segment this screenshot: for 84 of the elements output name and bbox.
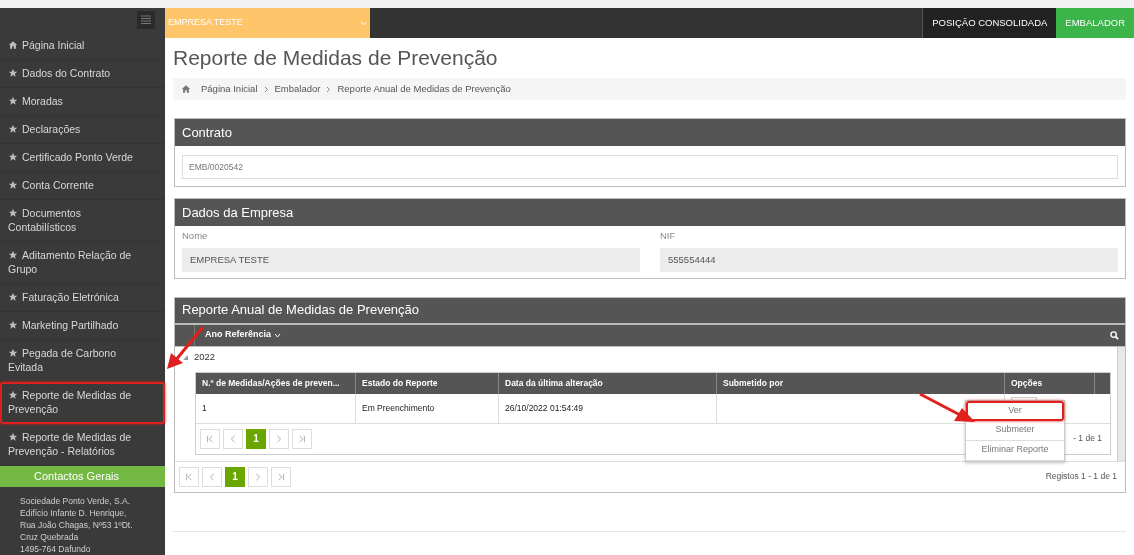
pager-info: Registos 1 - 1 de 1 xyxy=(1045,470,1117,483)
next-page-button[interactable] xyxy=(248,466,268,487)
search-icon[interactable] xyxy=(1110,330,1119,340)
star-icon xyxy=(8,152,18,163)
previous-page-icon xyxy=(229,434,237,443)
sidebar-item[interactable]: Marketing Partilhado xyxy=(0,311,165,340)
star-icon xyxy=(8,292,18,303)
last-page-icon xyxy=(298,434,306,443)
star-icon xyxy=(8,250,18,261)
field-label: Nome xyxy=(182,228,209,243)
company-field[interactable]: EMPRESA TESTE xyxy=(182,247,640,272)
next-page-button[interactable] xyxy=(269,428,289,449)
first-page-icon xyxy=(206,434,214,443)
top-tab[interactable]: POSIÇÃO CONSOLIDADA xyxy=(922,8,1057,38)
collapse-icon[interactable] xyxy=(183,355,188,360)
breadcrumb-link[interactable]: Reporte Anual de Medidas de Prevenção xyxy=(337,81,511,97)
table-cell: 1 xyxy=(196,393,356,423)
home-icon xyxy=(8,40,18,51)
breadcrumb-link[interactable]: Embalador xyxy=(274,81,321,97)
sidebar-item[interactable]: Declarações xyxy=(0,115,165,144)
sidebar-item[interactable]: Certificado Ponto Verde xyxy=(0,143,165,172)
group-header[interactable]: Ano Referência xyxy=(195,328,292,342)
pager-info: - 1 de 1 xyxy=(1073,432,1102,445)
sidebar-item[interactable]: Aditamento Relação de Grupo xyxy=(0,241,165,284)
contacts-header: Contactos Gerais xyxy=(0,465,165,487)
panel-header: Reporte Anual de Medidas de Prevenção xyxy=(175,297,1125,325)
caret-icon xyxy=(274,332,282,338)
panel-header: Contrato xyxy=(175,119,1125,146)
arrow-annotation xyxy=(918,392,976,424)
star-icon xyxy=(8,390,18,401)
star-icon xyxy=(8,124,18,135)
star-icon xyxy=(8,432,18,443)
first-page-icon xyxy=(185,472,193,481)
menu-item[interactable]: Eliminar Reporte xyxy=(966,440,1064,461)
previous-page-button[interactable] xyxy=(202,466,222,487)
table-cell: Em Preenchimento xyxy=(356,393,499,423)
sidebar-item[interactable]: Página Inicial xyxy=(0,31,165,60)
next-page-icon xyxy=(254,472,262,481)
caret-icon xyxy=(360,20,367,26)
next-page-icon xyxy=(275,434,283,443)
company-field[interactable]: 555554444 xyxy=(660,247,1118,272)
previous-page-icon xyxy=(208,472,216,481)
first-page-button[interactable] xyxy=(200,428,220,449)
last-page-button[interactable] xyxy=(292,428,312,449)
field-label: NIF xyxy=(660,228,677,243)
star-icon xyxy=(8,96,18,107)
sidebar-item[interactable]: Dados do Contrato xyxy=(0,59,165,88)
previous-page-button[interactable] xyxy=(223,428,243,449)
group-label: 2022 xyxy=(194,350,216,365)
column-header: Data da última alteração xyxy=(499,372,717,394)
address-line: 1495-764 Dafundo xyxy=(20,543,92,555)
breadcrumb-link[interactable]: Página Inicial xyxy=(201,81,258,97)
column-header: Opções xyxy=(1005,372,1095,394)
sidebar-item[interactable]: Documentos Contabilísticos xyxy=(0,199,165,242)
panel-header: Dados da Empresa xyxy=(175,199,1125,226)
home-icon xyxy=(181,84,191,94)
page-title: Reporte de Medidas de Prevenção xyxy=(173,45,499,72)
address-line: Cruz Quebrada xyxy=(20,531,80,543)
table-cell: 26/10/2022 01:54:49 xyxy=(499,393,717,423)
column-header: N.º de Medidas/Ações de preven... xyxy=(196,372,356,394)
address-line: Sociedade Ponto Verde, S.A. xyxy=(20,495,132,507)
sidebar-item[interactable]: Faturação Eletrónica xyxy=(0,283,165,312)
star-icon xyxy=(8,348,18,359)
column-header: Estado do Reporte xyxy=(356,372,499,394)
star-icon xyxy=(8,180,18,191)
sidebar-item[interactable]: Reporte de Medidas de Prevenção - Relatórios xyxy=(0,423,165,466)
star-icon xyxy=(8,208,18,219)
contract-field[interactable]: EMB/0020542 xyxy=(182,155,1118,179)
address-line: Edifício Infante D. Henrique, xyxy=(20,507,128,519)
sidebar-item[interactable]: Moradas xyxy=(0,87,165,116)
address-line: Rua João Chagas, Nº53 1ºDt. xyxy=(20,519,134,531)
sidebar-item[interactable]: Pegada de Carbono Evitada xyxy=(0,339,165,382)
sidebar-item[interactable]: Reporte de Medidas de Prevenção xyxy=(0,381,165,424)
last-page-button[interactable] xyxy=(271,466,291,487)
star-icon xyxy=(8,68,18,79)
first-page-button[interactable] xyxy=(179,466,199,487)
column-header: Submetido por xyxy=(717,372,1005,394)
chevron-icon xyxy=(326,85,332,93)
chevron-icon xyxy=(263,85,269,93)
menu-toggle-button[interactable] xyxy=(137,10,155,29)
menu-icon xyxy=(141,15,151,25)
last-page-icon xyxy=(277,472,285,481)
star-icon xyxy=(8,320,18,331)
sidebar-item[interactable]: Conta Corrente xyxy=(0,171,165,200)
